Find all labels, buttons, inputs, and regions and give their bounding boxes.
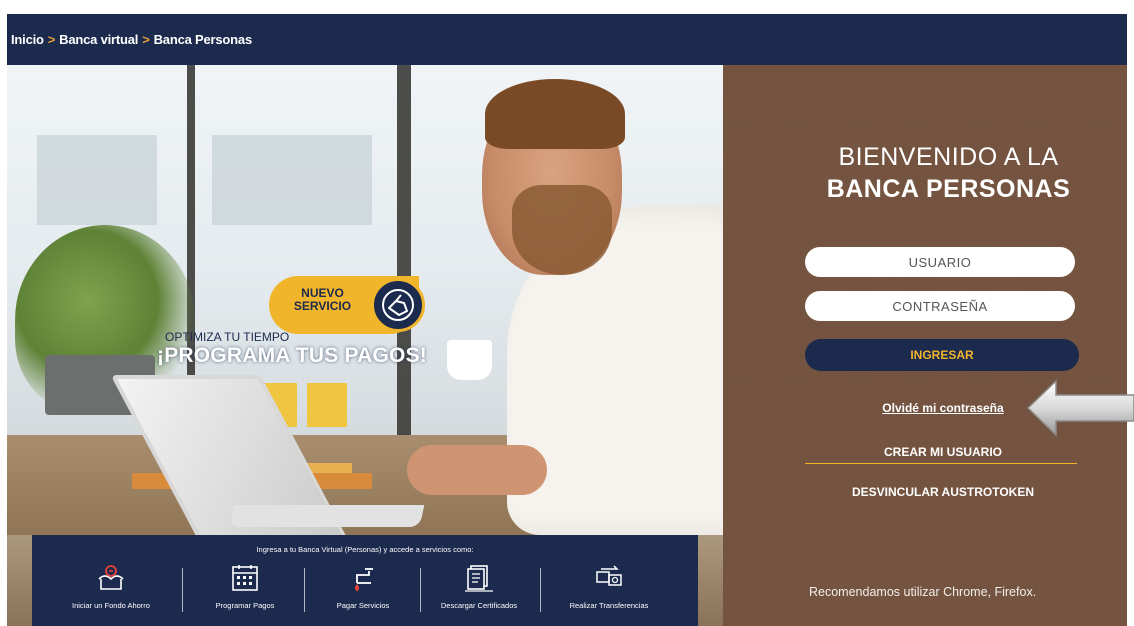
calendar-icon: [232, 565, 258, 591]
breadcrumb-separator: >: [47, 32, 56, 47]
service-label: Iniciar un Fondo Ahorro: [72, 601, 150, 610]
services-strip: Ingresa a tu Banca Virtual (Personas) y …: [32, 535, 698, 626]
service-label: Realizar Transferencias: [569, 601, 649, 610]
transfer-icon: [596, 565, 622, 586]
savings-icon: [98, 565, 124, 590]
certificate-icon: [465, 565, 493, 592]
breadcrumb-separator: >: [142, 32, 150, 47]
promo-subtitle: OPTIMIZA TU TIEMPO: [165, 330, 290, 344]
hero-desk-item: [307, 383, 347, 427]
welcome-heading: BIENVENIDO A LA: [838, 143, 1059, 171]
service-label: Pagar Servicios: [336, 601, 390, 610]
hero-person-beard: [512, 185, 612, 275]
service-label: Descargar Certificados: [440, 601, 518, 610]
login-panel: BIENVENIDO A LA BANCA PERSONAS INGRESAR …: [723, 65, 1127, 626]
breadcrumb-banca-virtual[interactable]: Banca virtual: [59, 32, 138, 47]
unlink-austrotoken-link[interactable]: DESVINCULAR AUSTROTOKEN: [723, 485, 1127, 499]
faucet-icon: [355, 568, 373, 591]
service-download-certificates[interactable]: Descargar Certificados: [420, 559, 538, 621]
login-divider: [805, 463, 1077, 464]
username-input[interactable]: [805, 247, 1075, 277]
login-button[interactable]: INGRESAR: [805, 339, 1079, 371]
hero-coffee-cup: [447, 340, 492, 380]
service-savings[interactable]: Iniciar un Fondo Ahorro: [52, 559, 170, 621]
service-transfers[interactable]: Realizar Transferencias: [550, 559, 668, 621]
payment-hand-icon: [371, 278, 425, 332]
hero-person-arm: [407, 445, 547, 495]
breadcrumb-inicio[interactable]: Inicio: [11, 32, 44, 47]
service-pay-services[interactable]: Pagar Servicios: [304, 559, 422, 621]
service-label: Programar Pagos: [215, 601, 275, 610]
service-divider: [182, 568, 183, 612]
service-schedule-payments[interactable]: Programar Pagos: [186, 559, 304, 621]
create-user-link[interactable]: CREAR MI USUARIO: [723, 445, 1127, 459]
hero-background-building: [37, 135, 157, 225]
service-divider: [540, 568, 541, 612]
promo-badge: NUEVO SERVICIO: [269, 276, 425, 334]
promo-title: ¡PROGRAMA TUS PAGOS!: [157, 344, 427, 367]
password-input[interactable]: [805, 291, 1075, 321]
welcome-heading-strong: BANCA PERSONAS: [826, 175, 1071, 203]
breadcrumb-banca-personas: Banca Personas: [153, 32, 253, 47]
hero-laptop-base: [229, 505, 425, 527]
hero-background-building: [212, 135, 372, 225]
browser-recommendation: Recomendamos utilizar Chrome, Firefox.: [809, 585, 1037, 599]
promo-badge-label: NUEVO SERVICIO: [293, 286, 352, 313]
breadcrumb: Inicio > Banca virtual > Banca Personas: [7, 14, 1127, 65]
hero-person-hair: [485, 79, 625, 149]
arrow-left-icon: [1026, 379, 1134, 437]
services-intro: Ingresa a tu Banca Virtual (Personas) y …: [256, 545, 474, 554]
